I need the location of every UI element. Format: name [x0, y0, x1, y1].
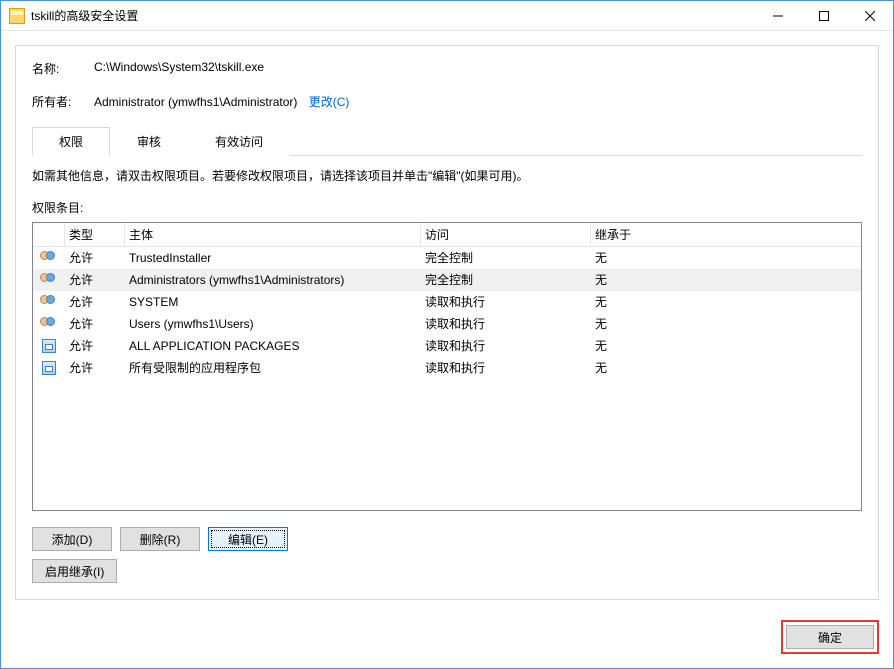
name-value: C:\Windows\System32\tskill.exe [94, 60, 264, 77]
name-row: 名称: C:\Windows\System32\tskill.exe [32, 60, 862, 77]
cell-inherit: 无 [591, 271, 861, 288]
content-area: 名称: C:\Windows\System32\tskill.exe 所有者: … [1, 31, 893, 614]
content-frame: 名称: C:\Windows\System32\tskill.exe 所有者: … [15, 45, 879, 600]
remove-button[interactable]: 删除(R) [120, 527, 200, 551]
folder-icon [9, 8, 25, 24]
cell-access: 读取和执行 [421, 315, 591, 332]
add-button[interactable]: 添加(D) [32, 527, 112, 551]
enable-inherit-button[interactable]: 启用继承(I) [32, 559, 117, 583]
cell-principal: 所有受限制的应用程序包 [125, 359, 421, 376]
instruction-text: 如需其他信息，请双击权限项目。若要修改权限项目，请选择该项目并单击"编辑"(如果… [32, 168, 862, 185]
table-row[interactable]: 允许Users (ymwfhs1\Users)读取和执行无 [33, 313, 861, 335]
list-body: 允许TrustedInstaller完全控制无允许Administrators … [33, 247, 861, 510]
cell-inherit: 无 [591, 293, 861, 310]
cell-access: 读取和执行 [421, 359, 591, 376]
col-icon [33, 223, 65, 246]
appx-icon [33, 361, 65, 375]
cell-principal: TrustedInstaller [125, 251, 421, 265]
cell-principal: SYSTEM [125, 295, 421, 309]
cell-access: 完全控制 [421, 271, 591, 288]
edit-button[interactable]: 编辑(E) [208, 527, 288, 551]
window-title: tskill的高级安全设置 [31, 7, 755, 24]
users-icon [33, 317, 65, 331]
table-row[interactable]: 允许ALL APPLICATION PACKAGES读取和执行无 [33, 335, 861, 357]
table-row[interactable]: 允许TrustedInstaller完全控制无 [33, 247, 861, 269]
titlebar[interactable]: tskill的高级安全设置 [1, 1, 893, 31]
dialog-footer: 确定 [1, 614, 893, 668]
permissions-list[interactable]: 类型 主体 访问 继承于 允许TrustedInstaller完全控制无允许Ad… [32, 222, 862, 511]
action-row-2: 启用继承(I) [32, 559, 862, 583]
tab-permissions[interactable]: 权限 [32, 127, 110, 156]
ok-highlight: 确定 [781, 620, 879, 654]
col-principal[interactable]: 主体 [125, 223, 421, 246]
maximize-button[interactable] [801, 1, 847, 31]
owner-value-text: Administrator (ymwfhs1\Administrator) [94, 95, 297, 109]
entries-label: 权限条目: [32, 199, 862, 216]
table-row[interactable]: 允许所有受限制的应用程序包读取和执行无 [33, 357, 861, 379]
users-icon [33, 273, 65, 287]
minimize-button[interactable] [755, 1, 801, 31]
cell-type: 允许 [65, 249, 125, 266]
cell-principal: ALL APPLICATION PACKAGES [125, 339, 421, 353]
col-inherit[interactable]: 继承于 [591, 223, 861, 246]
table-row[interactable]: 允许Administrators (ymwfhs1\Administrators… [33, 269, 861, 291]
cell-type: 允许 [65, 271, 125, 288]
col-type[interactable]: 类型 [65, 223, 125, 246]
cell-access: 完全控制 [421, 249, 591, 266]
list-header: 类型 主体 访问 继承于 [33, 223, 861, 247]
cell-type: 允许 [65, 293, 125, 310]
tab-effective-access[interactable]: 有效访问 [188, 127, 290, 156]
tab-strip: 权限 审核 有效访问 [32, 126, 862, 156]
ok-button[interactable]: 确定 [786, 625, 874, 649]
cell-principal: Users (ymwfhs1\Users) [125, 317, 421, 331]
cell-access: 读取和执行 [421, 293, 591, 310]
window-controls [755, 1, 893, 31]
action-row-1: 添加(D) 删除(R) 编辑(E) [32, 527, 862, 551]
cell-principal: Administrators (ymwfhs1\Administrators) [125, 273, 421, 287]
cell-inherit: 无 [591, 359, 861, 376]
close-button[interactable] [847, 1, 893, 31]
cell-inherit: 无 [591, 337, 861, 354]
owner-value: Administrator (ymwfhs1\Administrator) 更改… [94, 93, 349, 110]
name-label: 名称: [32, 60, 94, 77]
appx-icon [33, 339, 65, 353]
users-icon [33, 251, 65, 265]
cell-inherit: 无 [591, 315, 861, 332]
table-row[interactable]: 允许SYSTEM读取和执行无 [33, 291, 861, 313]
owner-row: 所有者: Administrator (ymwfhs1\Administrato… [32, 93, 862, 110]
owner-label: 所有者: [32, 93, 94, 110]
users-icon [33, 295, 65, 309]
change-owner-link[interactable]: 更改(C) [309, 95, 350, 109]
col-access[interactable]: 访问 [421, 223, 591, 246]
cell-type: 允许 [65, 359, 125, 376]
tab-audit[interactable]: 审核 [110, 127, 188, 156]
cell-type: 允许 [65, 315, 125, 332]
cell-inherit: 无 [591, 249, 861, 266]
advanced-security-window: tskill的高级安全设置 名称: C:\Windows\System32\ts… [0, 0, 894, 669]
cell-access: 读取和执行 [421, 337, 591, 354]
cell-type: 允许 [65, 337, 125, 354]
